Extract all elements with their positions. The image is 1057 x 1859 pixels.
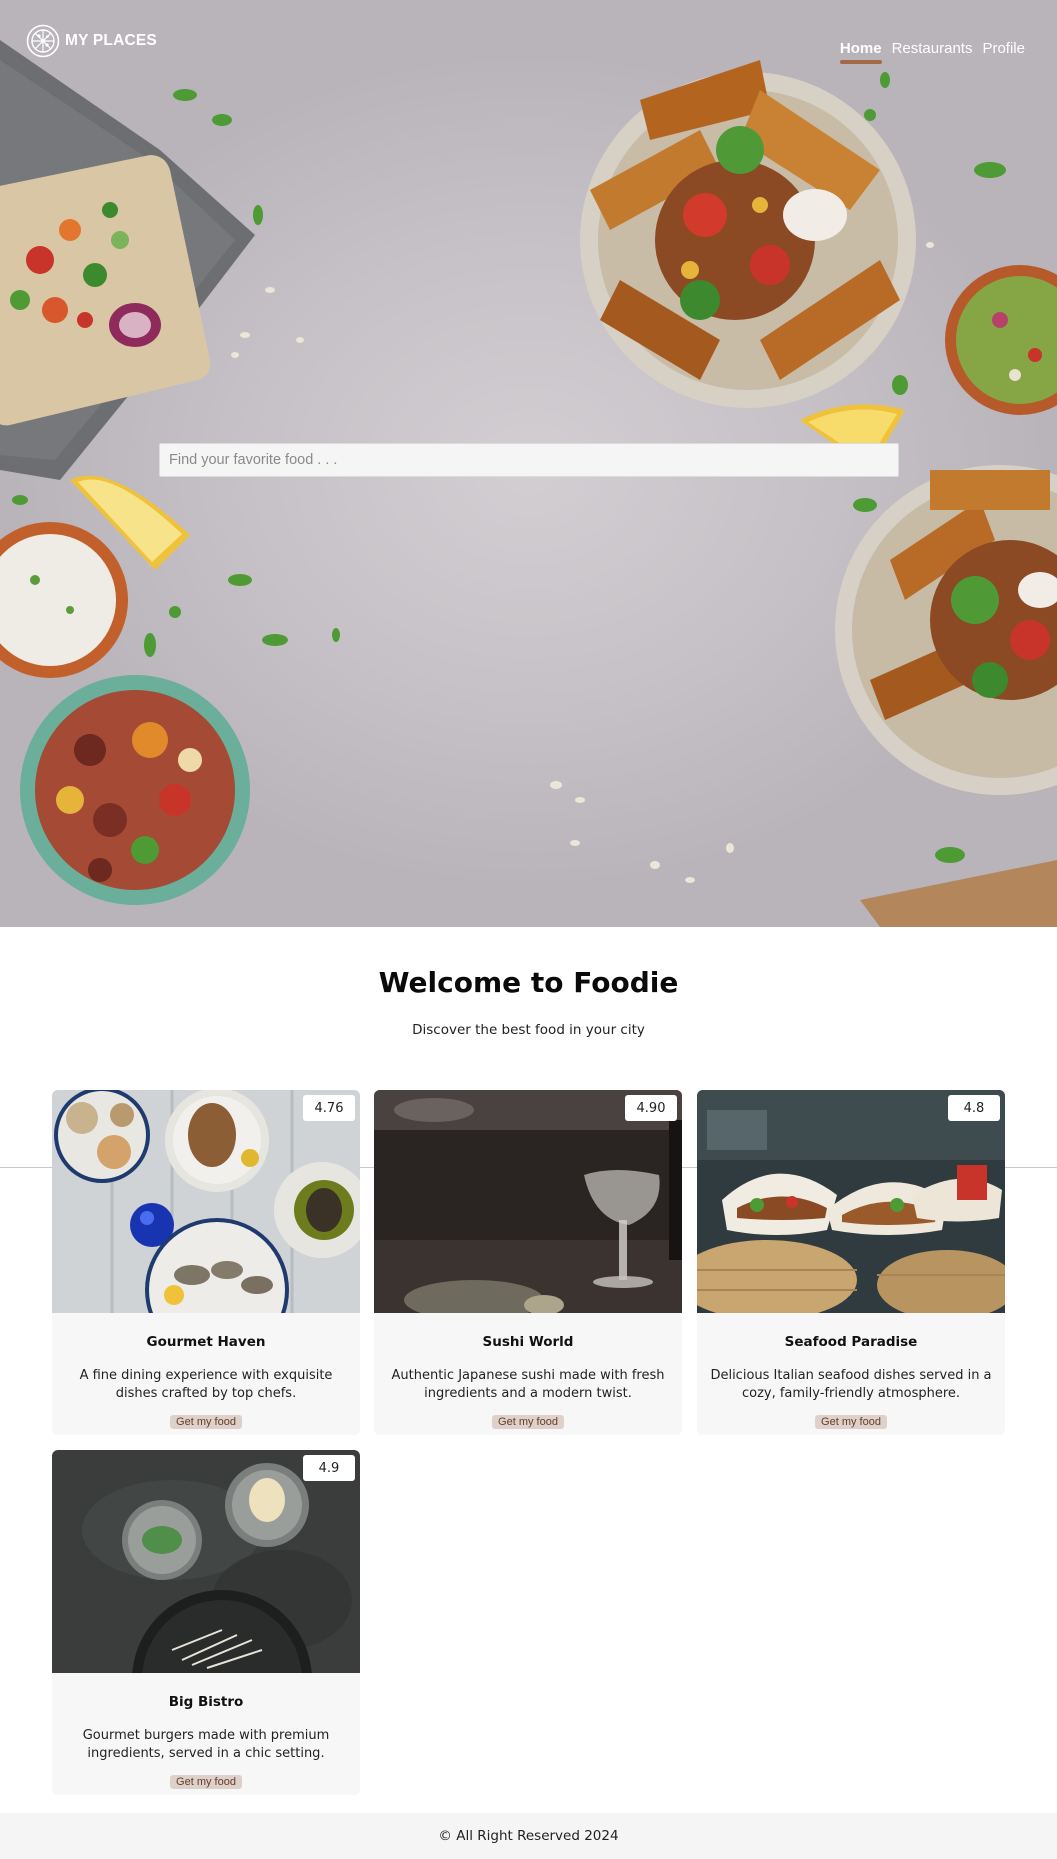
get-my-food-button[interactable]: Get my food [492,1415,564,1429]
restaurant-image [52,1090,360,1313]
restaurant-image [374,1090,682,1313]
search-input[interactable] [160,444,898,476]
pizza-icon [26,24,60,58]
get-my-food-button[interactable]: Get my food [170,1415,242,1429]
footer: © All Right Reserved 2024 [0,1813,1057,1859]
brand-name: MY PLACES [65,32,157,49]
rating-badge: 4.90 [625,1095,677,1121]
nav-profile[interactable]: Profile [982,40,1025,61]
rating-badge: 4.9 [303,1455,355,1481]
restaurant-description: A fine dining experience with exquisite … [79,1368,333,1401]
get-my-food-button[interactable]: Get my food [170,1775,242,1789]
main-nav: Home Restaurants Profile [839,40,1025,64]
restaurant-card[interactable]: 4.90 Sushi World Authentic Japanese sush… [374,1090,682,1435]
get-my-food-button[interactable]: Get my food [815,1415,887,1429]
brand-logo[interactable]: MY PLACES [26,24,157,58]
restaurant-image [697,1090,1005,1313]
search-bar [159,443,899,477]
restaurant-description: Delicious Italian seafood dishes served … [710,1368,992,1401]
rating-badge: 4.8 [948,1095,1000,1121]
restaurant-card[interactable]: 4.9 Big Bistro Gourmet burgers made with… [52,1450,360,1795]
restaurant-image [52,1450,360,1673]
restaurant-card[interactable]: 4.8 Seafood Paradise Delicious Italian s… [697,1090,1005,1435]
nav-restaurants[interactable]: Restaurants [892,40,973,61]
restaurant-card[interactable]: 4.76 Gourmet Haven A fine dining experie… [52,1090,360,1435]
restaurant-name: Big Bistro [168,1694,244,1710]
restaurant-description: Authentic Japanese sushi made with fresh… [391,1368,665,1401]
welcome-title: Welcome to Foodie [378,966,679,999]
restaurant-name: Sushi World [482,1334,574,1350]
restaurant-name: Seafood Paradise [784,1334,918,1350]
restaurant-name: Gourmet Haven [146,1334,266,1350]
hero-banner: MY PLACES Home Restaurants Profile [0,0,1057,927]
rating-badge: 4.76 [303,1095,355,1121]
welcome-subtitle: Discover the best food in your city [412,1022,645,1038]
footer-copyright: © All Right Reserved 2024 [438,1828,619,1844]
nav-home[interactable]: Home [839,40,882,64]
restaurant-description: Gourmet burgers made with premium ingred… [82,1728,330,1761]
